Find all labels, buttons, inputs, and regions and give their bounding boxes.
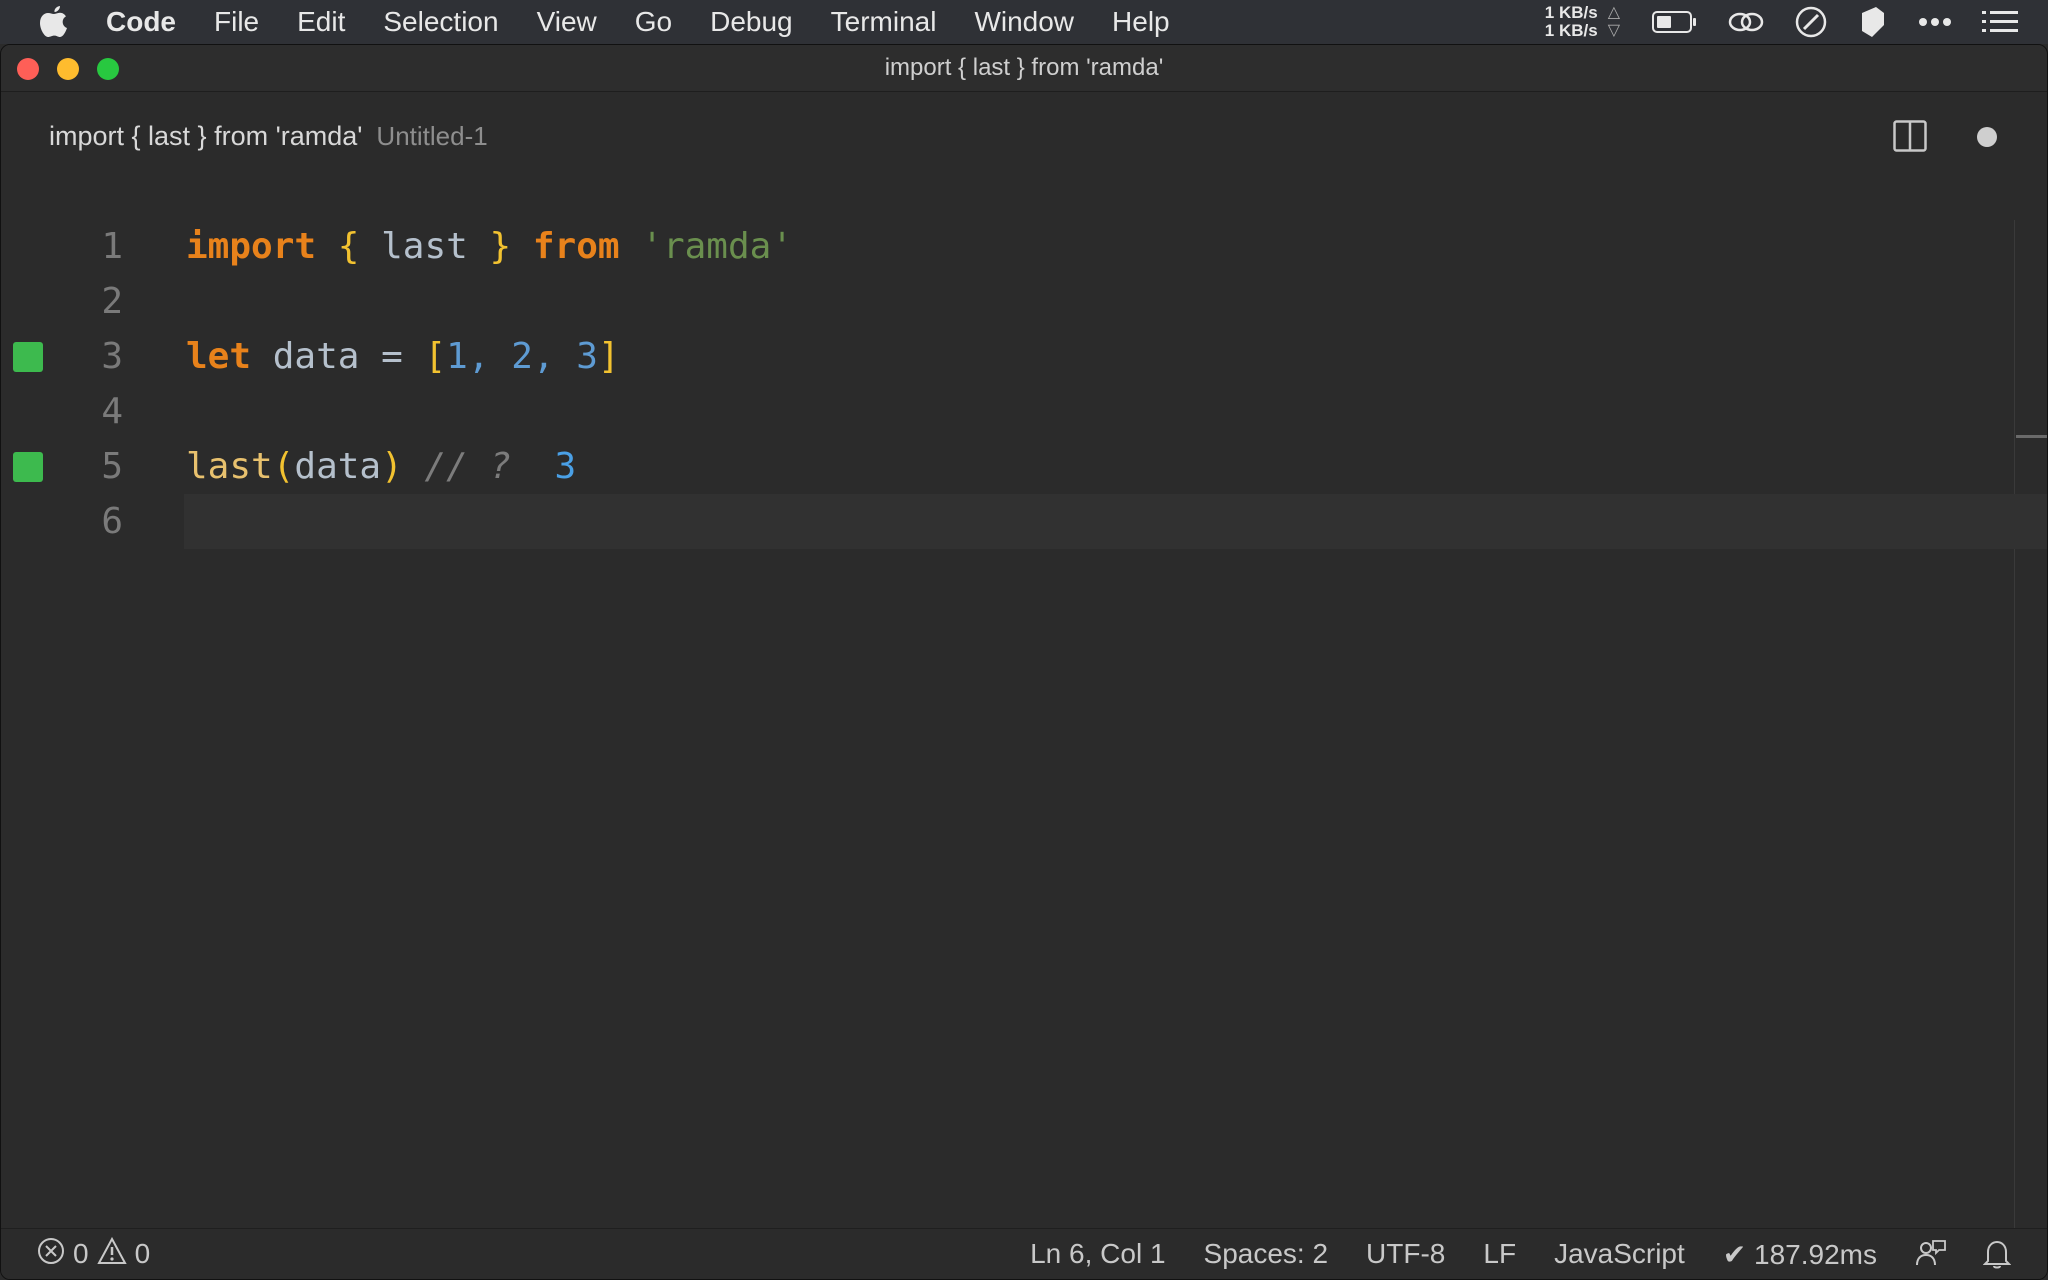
keyword-token: from — [532, 226, 620, 267]
keyword-token: import — [186, 226, 317, 267]
minimize-window-button[interactable] — [57, 58, 79, 80]
line-number: 3 — [101, 336, 123, 377]
more-icon[interactable] — [1918, 17, 1952, 27]
split-editor-icon[interactable] — [1893, 120, 1927, 157]
string-token: 'ramda' — [641, 226, 793, 267]
identifier-token: data — [294, 446, 382, 487]
compass-icon[interactable] — [1794, 5, 1828, 39]
operator-token: = — [381, 336, 403, 377]
code-text: let data = [1, 2, 3] — [186, 336, 620, 377]
cursor-position[interactable]: Ln 6, Col 1 — [1030, 1238, 1165, 1270]
code-line[interactable]: 1 import { last } from 'ramda' — [1, 219, 2021, 274]
code-editor[interactable]: 1 import { last } from 'ramda' 2 3 let d… — [1, 179, 2047, 1223]
network-arrows-icon: △ ▽ — [1607, 4, 1620, 39]
line-number: 4 — [101, 391, 123, 432]
line-number: 5 — [101, 446, 123, 487]
indentation-setting[interactable]: Spaces: 2 — [1204, 1238, 1329, 1270]
problems-summary[interactable]: 0 0 — [37, 1236, 158, 1272]
code-text: import { last } from 'ramda' — [186, 226, 793, 267]
unsaved-changes-indicator[interactable] — [1977, 127, 1997, 147]
code-line[interactable]: 6 — [1, 494, 2021, 549]
menu-bar: Code File Edit Selection View Go Debug T… — [0, 0, 2048, 44]
number-token: 1 — [446, 336, 468, 377]
menu-debug[interactable]: Debug — [710, 6, 793, 38]
bracket-token: [ — [424, 336, 447, 377]
tab-description: Untitled-1 — [376, 120, 488, 151]
creative-cloud-icon[interactable] — [1728, 8, 1764, 36]
menu-help[interactable]: Help — [1112, 6, 1170, 38]
code-line[interactable]: 5 last(data) // ? 3 — [1, 439, 2021, 494]
zoom-window-button[interactable] — [97, 58, 119, 80]
menu-file[interactable]: File — [214, 6, 259, 38]
notifications-bell-icon[interactable] — [1983, 1239, 2011, 1269]
status-bar-right: Ln 6, Col 1 Spaces: 2 UTF-8 LF JavaScrip… — [1030, 1229, 2047, 1279]
punctuation-token: , — [467, 336, 490, 377]
identifier-token: data — [272, 336, 360, 377]
warning-count: 0 — [134, 1238, 151, 1269]
number-token: 3 — [576, 336, 598, 377]
menu-window[interactable]: Window — [974, 6, 1074, 38]
punctuation-token: , — [532, 336, 555, 377]
editor-tab-bar: import { last } from 'ramda' Untitled-1 — [1, 92, 2047, 180]
network-download-speed: 1 KB/s — [1544, 21, 1598, 40]
line-ending[interactable]: LF — [1483, 1238, 1516, 1270]
title-bar: import { last } from 'ramda' — [1, 45, 2047, 92]
paren-token: ) — [381, 446, 403, 487]
line-number: 6 — [101, 501, 123, 542]
window-controls — [17, 58, 137, 80]
feedback-icon[interactable] — [1915, 1239, 1947, 1269]
error-count: 0 — [73, 1238, 89, 1269]
box-app-icon[interactable] — [1858, 5, 1888, 39]
menu-go[interactable]: Go — [635, 6, 672, 38]
number-token: 2 — [511, 336, 533, 377]
line-number: 2 — [101, 281, 123, 322]
bracket-token: ] — [597, 336, 620, 377]
menu-edit[interactable]: Edit — [297, 6, 345, 38]
language-mode[interactable]: JavaScript — [1554, 1238, 1685, 1270]
paren-token: ( — [272, 446, 295, 487]
file-encoding[interactable]: UTF-8 — [1366, 1238, 1445, 1270]
brace-token: { — [337, 226, 360, 267]
network-speed[interactable]: 1 KB/s 1 KB/s — [1545, 4, 1598, 40]
inline-result-value: 3 — [554, 446, 577, 487]
status-bar: 0 0 Ln 6, Col 1 Spaces: 2 UTF-8 LF JavaS… — [1, 1228, 2047, 1279]
coverage-indicator — [13, 451, 43, 482]
close-window-button[interactable] — [17, 58, 39, 80]
menu-app-code[interactable]: Code — [106, 6, 176, 38]
code-line[interactable]: 2 — [1, 274, 2021, 329]
comment-token: // ? — [424, 446, 512, 487]
warning-icon — [96, 1236, 127, 1272]
menu-view[interactable]: View — [537, 6, 597, 38]
menu-extras: 1 KB/s 1 KB/s △ ▽ — [1545, 0, 2048, 44]
line-number: 1 — [101, 226, 123, 267]
code-line[interactable]: 4 — [1, 384, 2021, 439]
brace-token: } — [489, 226, 512, 267]
window-title: import { last } from 'ramda' — [884, 54, 1164, 81]
identifier-token: last — [381, 226, 468, 267]
code-line[interactable]: 3 let data = [1, 2, 3] — [1, 329, 2021, 384]
function-token: last — [186, 446, 273, 487]
battery-icon[interactable] — [1652, 10, 1698, 34]
network-upload-speed: 1 KB/s — [1544, 3, 1598, 22]
menu-terminal[interactable]: Terminal — [831, 6, 937, 38]
menu-selection[interactable]: Selection — [383, 6, 498, 38]
apple-icon[interactable] — [40, 5, 70, 39]
notification-center-icon[interactable] — [1982, 10, 2018, 34]
keyword-token: let — [186, 336, 252, 377]
coverage-indicator — [13, 341, 43, 372]
error-icon — [37, 1237, 65, 1272]
code-text: last(data) // ? 3 — [186, 446, 576, 487]
run-timing[interactable]: ✔ 187.92ms — [1723, 1238, 1877, 1271]
editor-window: import { last } from 'ramda' import { la… — [0, 44, 2048, 1280]
tab-title[interactable]: import { last } from 'ramda' — [49, 121, 362, 152]
